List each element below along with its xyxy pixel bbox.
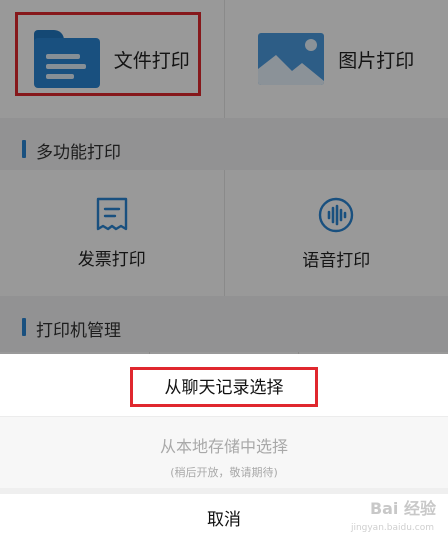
cancel-label: 取消 (207, 510, 241, 530)
watermark-logo: Bai 经验 (369, 499, 436, 518)
select-from-local-label: 从本地存储中选择 (159, 437, 288, 456)
select-from-local-button: 从本地存储中选择 (稍后开放，敬请期待) (0, 416, 448, 488)
watermark-url: jingyan.baidu.com (350, 523, 434, 533)
chat-option-highlight-box (130, 367, 318, 407)
coming-soon-note: (稍后开放，敬请期待) (170, 466, 278, 479)
